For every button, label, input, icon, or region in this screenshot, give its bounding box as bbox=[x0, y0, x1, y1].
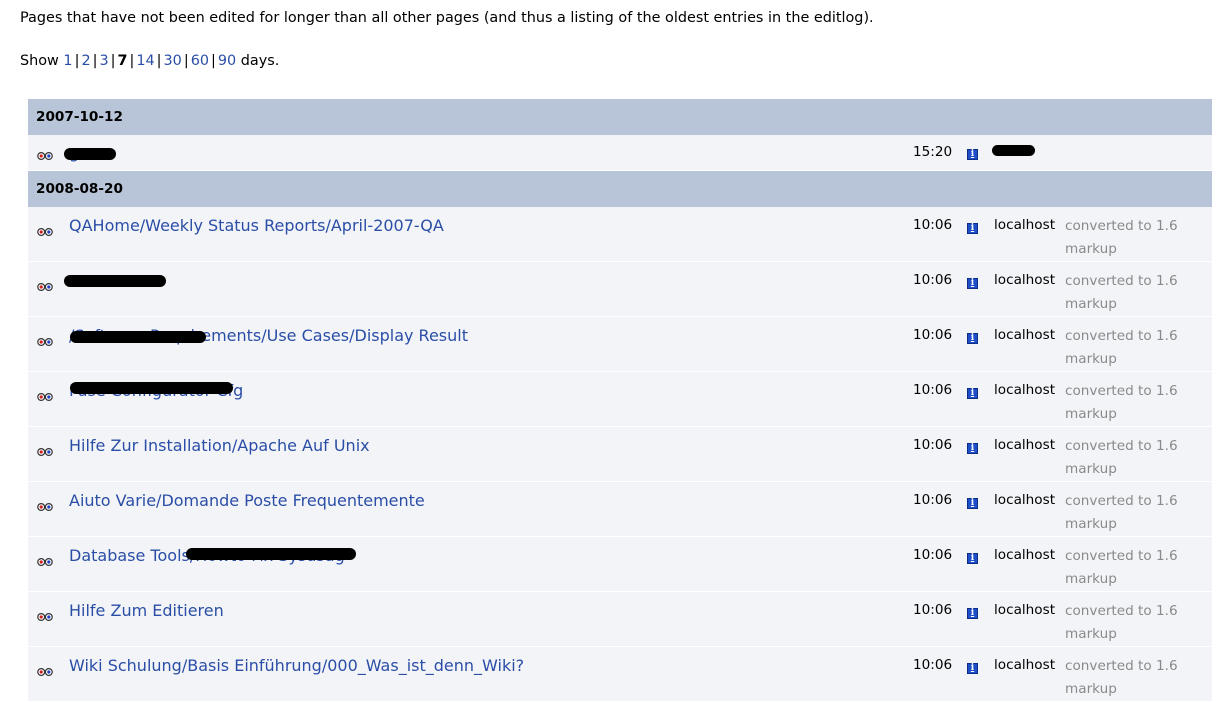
redaction-mark bbox=[70, 331, 206, 343]
edit-time: 10:06 bbox=[913, 327, 953, 343]
edit-time: 10:06 bbox=[913, 547, 953, 563]
edit-time: 10:06 bbox=[913, 217, 953, 233]
page-link[interactable]: Hilfe Zur Installation/Apache Auf Unix bbox=[69, 436, 370, 456]
info-icon[interactable]: i bbox=[967, 663, 978, 674]
diff-glasses-icon[interactable] bbox=[37, 277, 53, 292]
table-row: Aiuto Varie/Domande Poste Frequentemente… bbox=[28, 482, 1212, 537]
diff-glasses-icon[interactable] bbox=[37, 387, 53, 402]
date-header: 2007-10-12 bbox=[28, 99, 1212, 135]
redaction-mark bbox=[992, 145, 1035, 156]
edit-time: 10:06 bbox=[913, 437, 953, 453]
diff-glasses-icon[interactable] bbox=[37, 662, 53, 677]
table-row: Database Tools/Howto Fix Sysusag10:06ilo… bbox=[28, 537, 1212, 592]
diff-glasses-icon[interactable] bbox=[37, 146, 53, 161]
info-icon[interactable]: i bbox=[967, 388, 978, 399]
table-row: Wiki Schulung/Basis Einführung/000_Was_i… bbox=[28, 647, 1212, 702]
editor-host: localhost bbox=[994, 492, 1056, 508]
diff-glasses-icon[interactable] bbox=[37, 332, 53, 347]
diff-glasses-icon[interactable] bbox=[37, 497, 53, 512]
option-separator: | bbox=[183, 53, 189, 69]
day-option-14[interactable]: 14 bbox=[136, 53, 154, 69]
info-icon[interactable]: i bbox=[967, 443, 978, 454]
edit-time: 10:06 bbox=[913, 657, 953, 673]
page-link[interactable]: Wiki Schulung/Basis Einführung/000_Was_i… bbox=[69, 656, 524, 676]
edit-comment: converted to 1.6 markup bbox=[1065, 218, 1178, 257]
info-icon[interactable]: i bbox=[967, 498, 978, 509]
editor-host: localhost bbox=[994, 327, 1056, 343]
editor-host: localhost bbox=[994, 602, 1056, 618]
info-icon[interactable]: i bbox=[967, 608, 978, 619]
redaction-mark bbox=[64, 275, 166, 287]
page-link[interactable]: Aiuto Varie/Domande Poste Frequentemente bbox=[69, 491, 425, 511]
diff-glasses-icon[interactable] bbox=[37, 442, 53, 457]
date-header: 2008-08-20 bbox=[28, 171, 1212, 207]
edit-comment: converted to 1.6 markup bbox=[1065, 328, 1178, 367]
edit-time: 10:06 bbox=[913, 602, 953, 618]
diff-glasses-icon[interactable] bbox=[37, 222, 53, 237]
table-row: a10:06ilocalhostconverted to 1.6 markup bbox=[28, 262, 1212, 317]
edit-comment: converted to 1.6 markup bbox=[1065, 548, 1178, 587]
editor-host: localhost bbox=[994, 437, 1056, 453]
edit-comment: converted to 1.6 markup bbox=[1065, 383, 1178, 422]
redaction-mark bbox=[70, 382, 233, 394]
show-prefix: Show bbox=[20, 53, 59, 69]
day-option-3[interactable]: 3 bbox=[99, 53, 108, 69]
info-icon[interactable]: i bbox=[967, 278, 978, 289]
edit-time: 10:06 bbox=[913, 272, 953, 288]
day-options: 1 | 2 | 3 | 7 | 14 | 30 | 60 | 90 bbox=[63, 53, 236, 69]
day-option-2[interactable]: 2 bbox=[81, 53, 90, 69]
editlog-table: 2007-10-12g15:20i2008-08-20QAHome/Weekly… bbox=[28, 99, 1212, 702]
day-range-selector: Show 1 | 2 | 3 | 7 | 14 | 30 | 60 | 90 days. bbox=[20, 51, 279, 71]
option-separator: | bbox=[211, 53, 216, 69]
editor-host: localhost bbox=[994, 657, 1056, 673]
edit-time: 15:20 bbox=[913, 144, 953, 160]
show-suffix: days. bbox=[240, 53, 280, 69]
option-separator: | bbox=[156, 53, 162, 69]
abandoned-pages-view: Pages that have not been edited for long… bbox=[0, 0, 1228, 702]
diff-glasses-icon[interactable] bbox=[37, 607, 53, 622]
editor-host: localhost bbox=[994, 382, 1056, 398]
day-option-current: 7 bbox=[117, 53, 128, 69]
table-row: Fuse Configurator Cfg10:06ilocalhostconv… bbox=[28, 372, 1212, 427]
option-separator: | bbox=[129, 53, 135, 69]
edit-comment: converted to 1.6 markup bbox=[1065, 603, 1178, 642]
edit-time: 10:06 bbox=[913, 382, 953, 398]
info-icon[interactable]: i bbox=[967, 223, 978, 234]
info-icon[interactable]: i bbox=[967, 149, 978, 160]
table-row: Hilfe Zur Installation/Apache Auf Unix 10… bbox=[28, 427, 1212, 482]
editor-host: localhost bbox=[994, 547, 1056, 563]
redaction-mark bbox=[64, 148, 116, 160]
redaction-mark bbox=[186, 548, 356, 560]
editor-host: localhost bbox=[994, 272, 1056, 288]
intro-text: Pages that have not been edited for long… bbox=[20, 10, 874, 26]
day-option-1[interactable]: 1 bbox=[63, 53, 72, 69]
diff-glasses-icon[interactable] bbox=[37, 552, 53, 567]
table-row: QAHome/Weekly Status Reports/April-2007-… bbox=[28, 207, 1212, 262]
page-link[interactable]: QAHome/Weekly Status Reports/April-2007-… bbox=[69, 216, 444, 236]
page-link[interactable]: Hilfe Zum Editieren bbox=[69, 601, 224, 621]
day-option-90[interactable]: 90 bbox=[218, 53, 236, 69]
edit-time: 10:06 bbox=[913, 492, 953, 508]
edit-comment: converted to 1.6 markup bbox=[1065, 273, 1178, 312]
edit-comment: converted to 1.6 markup bbox=[1065, 658, 1178, 697]
info-icon[interactable]: i bbox=[967, 333, 978, 344]
day-option-60[interactable]: 60 bbox=[191, 53, 209, 69]
table-row: /Software Requirements/Use Cases/Display… bbox=[28, 317, 1212, 372]
edit-comment: converted to 1.6 markup bbox=[1065, 438, 1178, 477]
editor-host: localhost bbox=[994, 217, 1056, 233]
info-icon[interactable]: i bbox=[967, 553, 978, 564]
table-row: Hilfe Zum Editieren 10:06 i localhost conver… bbox=[28, 592, 1212, 647]
day-option-30[interactable]: 30 bbox=[164, 53, 182, 69]
edit-comment: converted to 1.6 markup bbox=[1065, 493, 1178, 532]
